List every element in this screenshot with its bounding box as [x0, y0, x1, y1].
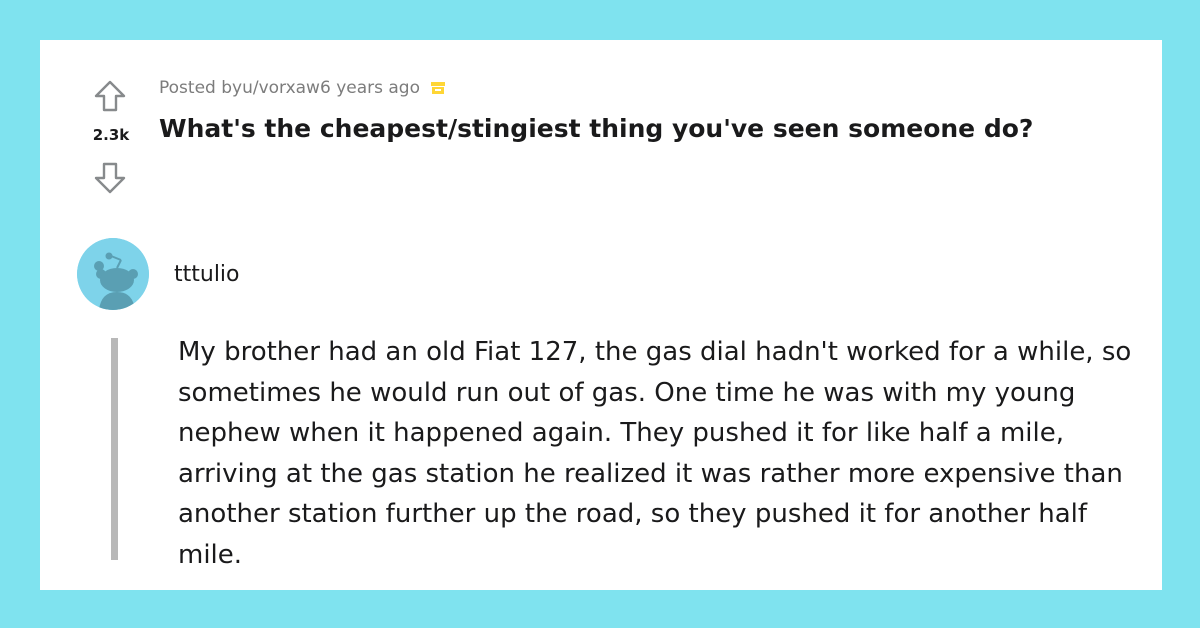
upvote-arrow-icon[interactable] — [92, 78, 128, 114]
post-title[interactable]: What's the cheapest/stingiest thing you'… — [159, 114, 1033, 143]
vote-count: 2.3k — [92, 126, 130, 144]
posted-by-prefix: Posted by — [159, 78, 243, 98]
post-card: 2.3k Posted by u/vorxaw 6 years ago What… — [40, 40, 1162, 590]
comment-author-link[interactable]: tttulio — [174, 262, 240, 287]
post-author-link[interactable]: u/vorxaw — [242, 78, 320, 98]
comment-avatar[interactable] — [77, 238, 149, 310]
snoo-avatar-icon — [77, 238, 149, 310]
comment-thread-line[interactable] — [111, 338, 118, 560]
post-meta: Posted by u/vorxaw 6 years ago — [159, 78, 446, 98]
archive-icon — [431, 82, 445, 94]
comment-body: My brother had an old Fiat 127, the gas … — [178, 337, 1132, 570]
downvote-arrow-icon[interactable] — [92, 160, 128, 196]
post-timestamp: 6 years ago — [319, 78, 420, 98]
